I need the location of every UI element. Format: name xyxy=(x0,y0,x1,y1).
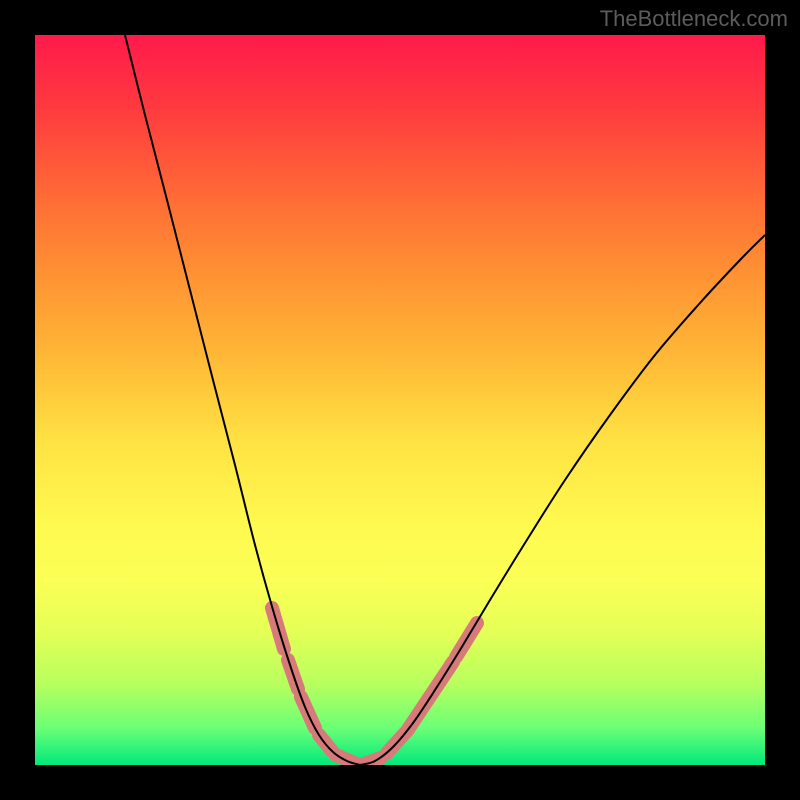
chart-plot-area xyxy=(35,35,765,765)
chart-svg xyxy=(35,35,765,765)
curve-right-curve xyxy=(360,235,765,765)
curve-left-curve xyxy=(125,35,360,765)
highlight-layer xyxy=(272,608,477,764)
watermark-text: TheBottleneck.com xyxy=(600,6,788,32)
curve-layer xyxy=(125,35,765,765)
